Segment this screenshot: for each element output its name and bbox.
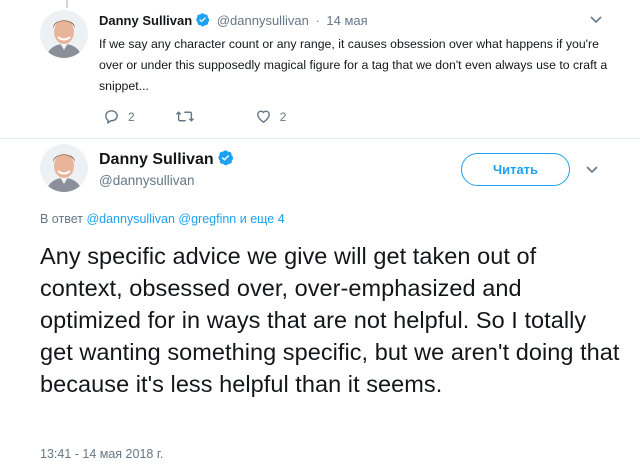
retweet-button[interactable] [175,108,195,125]
like-button[interactable]: 2 [255,108,287,125]
tweet-actions: 2 2 [103,108,326,125]
parent-tweet-text: If we say any character count or any ran… [99,37,608,93]
mention-link[interactable]: @dannysullivan [86,212,174,226]
thread-connector [66,0,68,8]
verified-badge-icon [196,13,210,27]
avatar[interactable] [40,10,88,58]
chevron-down-icon[interactable] [590,16,602,24]
author-name-row: Danny Sullivan [99,149,234,169]
follow-button[interactable]: Читать [461,153,570,186]
avatar[interactable] [40,144,88,192]
author-handle[interactable]: @dannysullivan [99,173,195,188]
tweet-divider [0,138,640,139]
retweet-icon [175,111,194,122]
separator-dot: · [315,13,320,28]
author-handle[interactable]: @dannysullivan [217,13,309,28]
tweet-text: Any specific advice we give will get tak… [40,243,620,397]
reply-count: 2 [128,109,135,124]
reply-button[interactable]: 2 [103,108,135,125]
author-name[interactable]: Danny Sullivan [99,151,214,168]
more-mentions-link[interactable]: и еще 4 [240,212,285,226]
mention-link[interactable]: @gregfinn [178,212,236,226]
tweet-timestamp[interactable]: 13:41 - 14 мая 2018 г. [40,447,163,461]
verified-badge-icon [218,150,233,166]
like-count: 2 [279,109,287,124]
heart-icon [256,110,270,124]
author-name[interactable]: Danny Sullivan [99,13,192,28]
reply-icon [105,110,118,125]
reply-context: В ответ @dannysullivan @gregfinn и еще 4 [40,212,285,226]
parent-tweet-header: Danny Sullivan @dannysullivan · 14 мая [99,12,368,28]
tweet-date[interactable]: 14 мая [326,13,367,28]
reply-prefix: В ответ [40,212,83,226]
chevron-down-icon[interactable] [586,166,598,174]
